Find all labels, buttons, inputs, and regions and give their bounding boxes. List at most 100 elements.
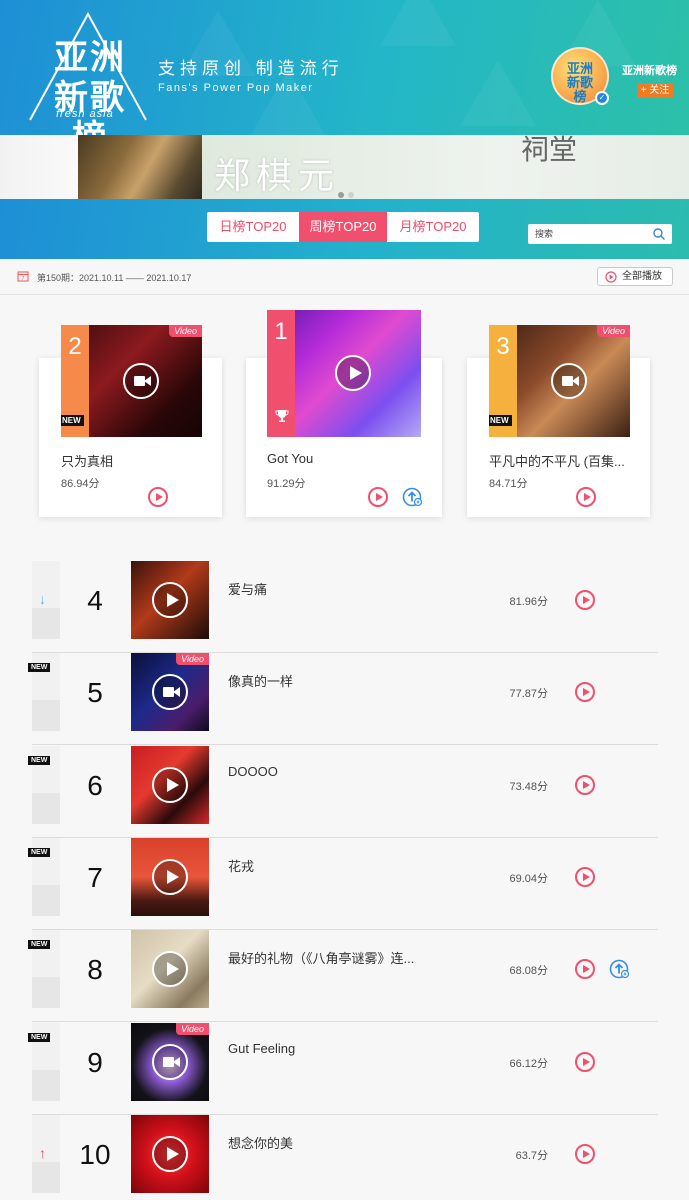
song-cover[interactable]: Video <box>131 653 209 731</box>
song-score: 77.87分 <box>509 688 548 700</box>
video-play-icon[interactable] <box>152 674 188 710</box>
play-icon[interactable] <box>152 859 188 895</box>
play-button[interactable] <box>576 487 596 507</box>
rank-number: 3 <box>496 333 510 360</box>
video-badge: Video <box>597 325 630 337</box>
banner-title: 郑棋元 <box>214 156 341 197</box>
song-cover[interactable] <box>131 561 209 639</box>
play-button[interactable] <box>575 1144 595 1164</box>
play-all-button[interactable]: 全部播放 <box>597 267 673 286</box>
new-badge: NEW <box>61 415 84 426</box>
banner-photo <box>78 135 202 199</box>
video-play-icon[interactable] <box>551 363 587 399</box>
slogan-english: Fans's Power Pop Maker <box>158 82 314 94</box>
song-cover[interactable] <box>131 746 209 824</box>
song-score: 66.12分 <box>509 1058 548 1070</box>
song-cover[interactable] <box>131 930 209 1008</box>
song-score: 86.94分 <box>61 478 100 490</box>
play-button[interactable] <box>575 590 595 610</box>
play-icon[interactable] <box>152 951 188 987</box>
rank-number: 1 <box>274 318 288 345</box>
search-box <box>528 224 672 244</box>
rank-number: 4 <box>87 585 103 616</box>
song-score: 81.96分 <box>509 596 548 608</box>
rank-number: 10 <box>79 1139 111 1170</box>
verified-icon: ✓ <box>595 91 609 105</box>
tab-daily[interactable]: 日榜TOP20 <box>207 212 299 242</box>
play-button[interactable] <box>575 775 595 795</box>
new-badge: NEW <box>28 663 51 672</box>
song-score: 68.08分 <box>509 965 548 977</box>
top3-cover-rank-2[interactable]: 2 Video NEW <box>61 325 202 437</box>
slogan-chinese: 支持原创 制造流行 <box>158 59 344 78</box>
song-title[interactable]: 平凡中的不平凡 (百集... <box>489 451 629 470</box>
song-cover[interactable] <box>131 838 209 916</box>
song-score: 84.71分 <box>489 478 528 490</box>
tab-monthly[interactable]: 月榜TOP20 <box>387 212 479 242</box>
search-icon[interactable] <box>652 227 666 241</box>
play-button[interactable] <box>148 487 168 507</box>
trend-indicator: ↓ <box>32 561 60 639</box>
chart-row: NEW 5 Video 像真的一样 77.87分 <box>28 653 658 745</box>
video-badge: Video <box>176 1023 209 1035</box>
account-name[interactable]: 亚洲新歌榜 <box>622 62 677 78</box>
svg-text:7: 7 <box>22 276 25 282</box>
carousel-dot[interactable] <box>348 192 354 198</box>
song-title[interactable]: Gut Feeling <box>228 1041 428 1056</box>
play-all-label: 全部播放 <box>622 271 662 282</box>
play-button[interactable] <box>575 682 595 702</box>
play-button[interactable] <box>368 487 388 507</box>
song-title[interactable]: DOOOO <box>228 764 428 779</box>
song-title[interactable]: 像真的一样 <box>228 671 428 690</box>
song-title[interactable]: 花戎 <box>228 856 428 875</box>
play-icon[interactable] <box>152 1136 188 1172</box>
song-cover[interactable] <box>131 1115 209 1193</box>
upload-icon[interactable] <box>402 486 424 508</box>
new-badge: NEW <box>489 415 512 426</box>
chart-row: NEW 9 Video Gut Feeling 66.12分 <box>28 1023 658 1115</box>
play-circle-icon <box>605 271 617 283</box>
calendar-icon: 7 <box>17 271 29 282</box>
follow-button[interactable]: + 关注 <box>637 83 673 98</box>
new-badge: NEW <box>28 848 51 857</box>
play-icon[interactable] <box>335 355 371 391</box>
site-logo[interactable]: 亚洲新歌榜 fresh asia <box>18 12 158 135</box>
song-title[interactable]: 只为真相 <box>61 451 211 470</box>
video-play-icon[interactable] <box>123 363 159 399</box>
upload-icon[interactable] <box>609 958 631 980</box>
play-button[interactable] <box>575 959 595 979</box>
song-cover[interactable]: Video <box>131 1023 209 1101</box>
banner-title-secondary: 祠堂 <box>521 135 578 166</box>
song-title[interactable]: 最好的礼物（《八角亭谜雾》连... <box>228 948 428 967</box>
video-badge: Video <box>169 325 202 337</box>
new-badge: NEW <box>28 940 51 949</box>
search-input[interactable] <box>528 224 648 244</box>
play-icon[interactable] <box>152 582 188 618</box>
site-header: 亚洲新歌榜 fresh asia 支持原创 制造流行 Fans's Power … <box>0 0 689 135</box>
chart-row: ↑ 10 想念你的美 63.7分 <box>32 1115 658 1200</box>
song-score: 69.04分 <box>509 873 548 885</box>
song-score: 73.48分 <box>509 781 548 793</box>
play-button[interactable] <box>575 867 595 887</box>
chart-row: NEW 7 花戎 69.04分 <box>28 838 658 930</box>
song-title[interactable]: Got You <box>267 451 417 466</box>
top3-cover-rank-1[interactable]: 1 <box>267 310 421 437</box>
chart-tabs: 日榜TOP20 周榜TOP20 月榜TOP20 <box>207 212 479 242</box>
song-title[interactable]: 爱与痛 <box>228 579 428 598</box>
top3-cover-rank-3[interactable]: 3 Video NEW <box>489 325 630 437</box>
play-button[interactable] <box>575 1052 595 1072</box>
rank-number: 9 <box>87 1047 103 1078</box>
video-play-icon[interactable] <box>152 1044 188 1080</box>
play-icon[interactable] <box>152 767 188 803</box>
song-title[interactable]: 想念你的美 <box>228 1133 428 1152</box>
rank-number: 2 <box>68 333 82 360</box>
song-score: 63.7分 <box>515 1150 548 1162</box>
video-badge: Video <box>176 653 209 665</box>
tab-weekly[interactable]: 周榜TOP20 <box>299 212 387 242</box>
song-score: 91.29分 <box>267 478 306 490</box>
banner-left-panel <box>0 135 80 199</box>
new-badge: NEW <box>28 1033 51 1042</box>
carousel-dot-active[interactable] <box>338 192 344 198</box>
trophy-icon <box>275 410 289 422</box>
chart-row: NEW 6 DOOOO 73.48分 <box>28 746 658 838</box>
